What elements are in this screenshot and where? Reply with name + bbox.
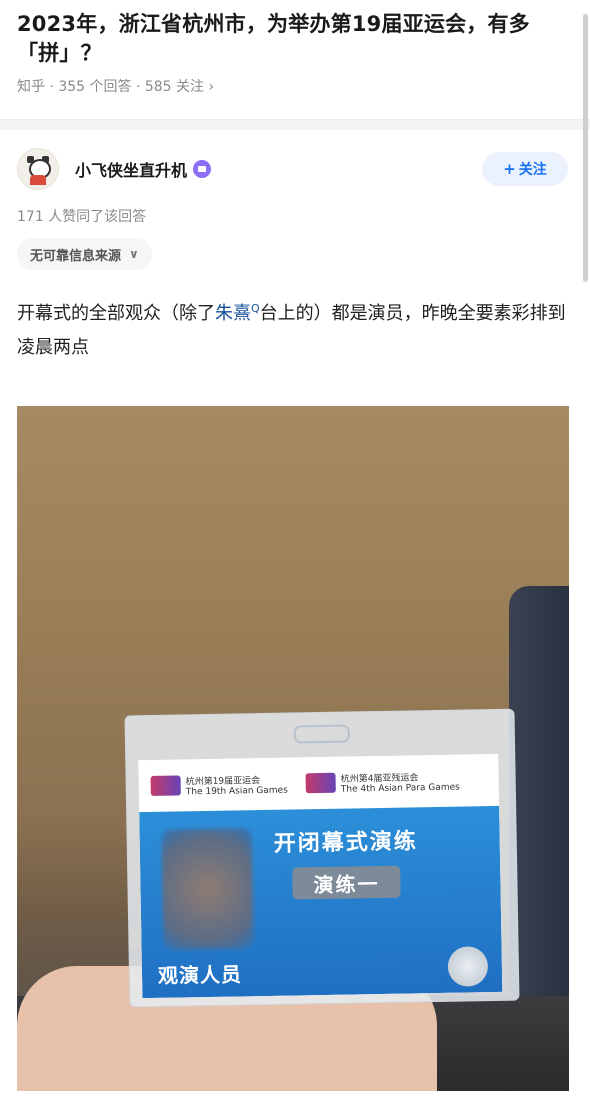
question-header: 2023年，浙江省杭州市，为举办第19届亚运会，有多「拼」？ 知乎 · 355 …	[0, 0, 590, 96]
asian-games-logo: 杭州第19届亚运会 The 19th Asian Games	[150, 772, 288, 797]
hologram-sticker	[447, 946, 489, 987]
question-meta[interactable]: 知乎 · 355 个回答 · 585 关注 ›	[17, 76, 550, 96]
answer-text: 开幕式的全部观众（除了朱熹Q台上的）都是演员，昨晚全要素彩排到凌晨两点	[0, 270, 590, 365]
author-name[interactable]: 小飞侠坐直升机	[75, 157, 187, 181]
follow-button[interactable]: + 关注	[482, 152, 568, 186]
answer-photo[interactable]: 杭州第19届亚运会 The 19th Asian Games 杭州第4届亚残运会…	[17, 406, 569, 1091]
search-link[interactable]: 朱熹	[215, 303, 251, 324]
avatar-body	[30, 175, 46, 185]
question-title[interactable]: 2023年，浙江省杭州市，为举办第19届亚运会，有多「拼」？	[17, 10, 550, 68]
source-tag-label: 无可靠信息来源	[30, 248, 122, 264]
vote-count: 171 人赞同了该回答	[17, 209, 147, 225]
scrollbar[interactable]	[583, 14, 588, 282]
avatar[interactable]	[17, 148, 59, 190]
para-games-logo: 杭州第4届亚残运会 The 4th Asian Para Games	[305, 769, 460, 795]
source-tag[interactable]: 无可靠信息来源 ∨	[17, 238, 152, 270]
asian-games-mark-icon	[150, 775, 181, 796]
section-divider	[0, 119, 590, 130]
badge-role: 演练一	[292, 865, 401, 900]
badge-lanyard-slot	[293, 724, 350, 744]
badge-logos: 杭州第19届亚运会 The 19th Asian Games 杭州第4届亚残运会…	[138, 754, 499, 812]
follow-label: 关注	[518, 162, 547, 178]
logo2-en-text: The 4th Asian Para Games	[340, 782, 460, 795]
badge-inner: 杭州第19届亚运会 The 19th Asian Games 杭州第4届亚残运会…	[138, 753, 503, 999]
photo-badge-card: 杭州第19届亚运会 The 19th Asian Games 杭州第4届亚残运会…	[124, 708, 520, 1008]
logo1-en-text: The 19th Asian Games	[185, 785, 288, 797]
plus-icon: +	[503, 160, 516, 178]
author-row: 小飞侠坐直升机 + 关注	[0, 130, 590, 190]
search-icon: Q	[251, 302, 260, 315]
answer-text-before: 开幕式的全部观众（除了	[17, 303, 215, 324]
badge-blue-panel: 开闭幕式演练 演练一 观演人员	[139, 805, 503, 999]
blurred-face	[161, 828, 254, 950]
badge-title: 开闭幕式演练	[273, 829, 418, 857]
chevron-down-icon: ∨	[129, 247, 139, 261]
para-games-mark-icon	[305, 772, 336, 794]
verified-badge-icon	[193, 160, 212, 178]
badge-footer: 观演人员	[157, 962, 243, 988]
